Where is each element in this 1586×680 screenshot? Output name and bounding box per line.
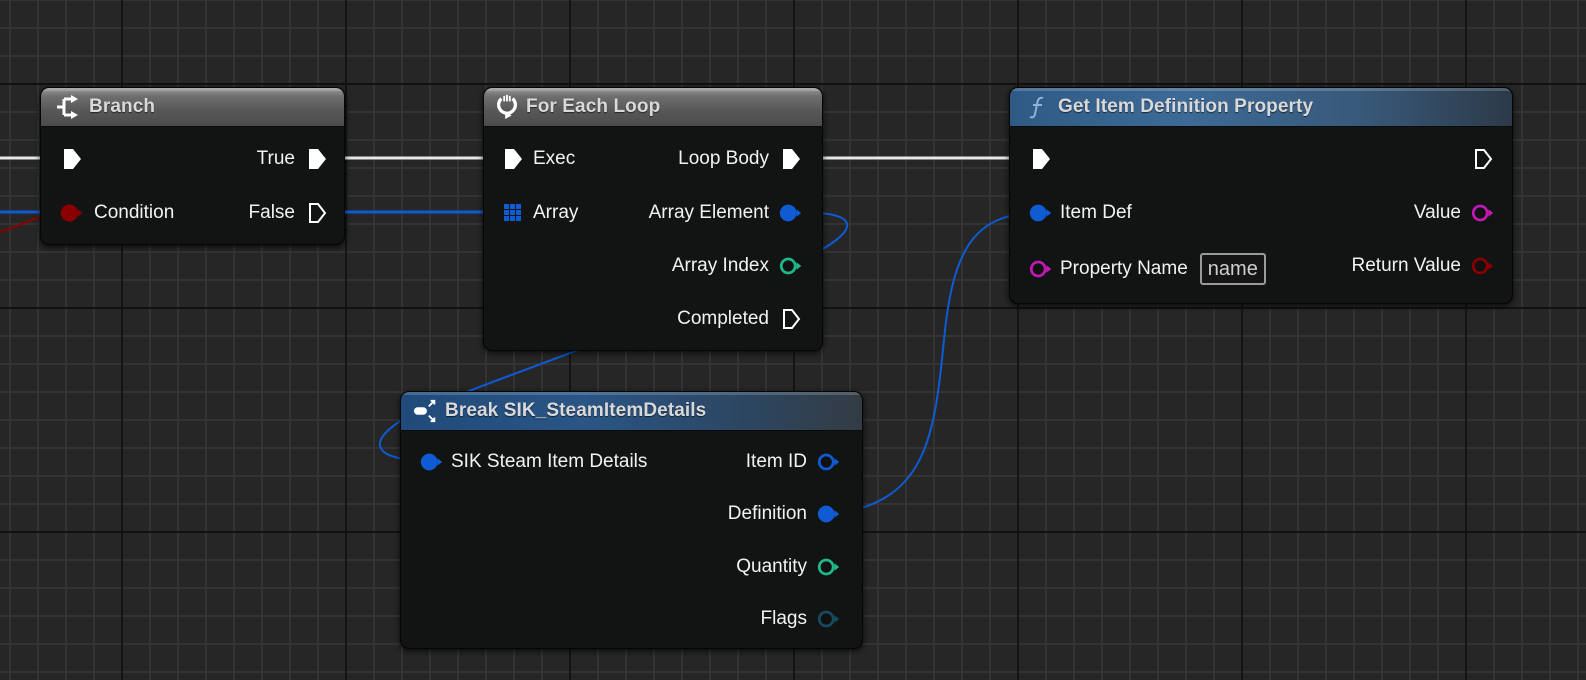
branch-false-row: False <box>249 198 330 228</box>
break-input-row: SIK Steam Item Details <box>419 447 647 477</box>
exec-pin-filled-icon[interactable] <box>304 147 330 171</box>
get-item-definition-property-header[interactable]: Get Item Definition Property <box>1010 88 1512 127</box>
value-label: Value <box>1413 202 1461 223</box>
quantity-label: Quantity <box>736 556 807 577</box>
exec-label: Exec <box>533 148 576 169</box>
get-item-definition-property-title: Get Item Definition Property <box>1058 96 1314 117</box>
object-pin-filled-icon[interactable] <box>1028 201 1054 225</box>
getitem-return-value-row: Return Value <box>1352 251 1497 281</box>
name-pin-empty-icon[interactable] <box>1028 257 1054 281</box>
array-label: Array <box>533 202 579 223</box>
branch-node-title: Branch <box>89 96 156 117</box>
integer-pin-empty-icon[interactable] <box>816 555 842 579</box>
name-pin-empty-icon[interactable] <box>1470 201 1496 225</box>
for-each-loop-header[interactable]: For Each Loop <box>484 88 822 127</box>
exec-pin-filled-icon[interactable] <box>59 147 85 171</box>
false-label: False <box>248 202 295 223</box>
foreach-loop-body-row: Loop Body <box>678 144 804 174</box>
break-item-id-row: Item ID <box>746 447 842 477</box>
object-pin-empty-icon[interactable] <box>816 450 842 474</box>
return-value-label: Return Value <box>1351 255 1462 276</box>
array-element-label: Array Element <box>648 202 769 223</box>
exec-pin-empty-icon[interactable] <box>304 201 330 225</box>
getitem-item-def-row: Item Def <box>1028 198 1132 228</box>
getitem-property-name-row: Property Name name <box>1028 253 1266 285</box>
break-flags-row: Flags <box>761 604 842 634</box>
completed-label: Completed <box>677 308 769 329</box>
getitem-exec-out-row <box>1470 144 1496 174</box>
branch-exec-in-row <box>59 144 85 174</box>
foreach-completed-row: Completed <box>677 304 804 334</box>
array-index-label: Array Index <box>671 255 769 276</box>
for-each-loop-title: For Each Loop <box>526 96 661 117</box>
foreach-array-element-row: Array Element <box>649 198 804 228</box>
function-icon <box>1026 94 1052 120</box>
loop-icon <box>494 94 520 120</box>
for-each-loop-node[interactable]: For Each Loop Exec Array Loop Body Array… <box>483 87 823 351</box>
condition-label: Condition <box>94 202 175 223</box>
definition-label: Definition <box>727 503 807 524</box>
branch-true-row: True <box>257 144 330 174</box>
break-steam-item-details-node[interactable]: Break SIK_SteamItemDetails SIK Steam Ite… <box>400 391 863 649</box>
branch-node[interactable]: Branch Condition True False <box>40 87 345 245</box>
break-definition-row: Definition <box>728 499 842 529</box>
property-name-label: Property Name <box>1060 258 1188 279</box>
break-steam-item-details-header[interactable]: Break SIK_SteamItemDetails <box>401 392 862 431</box>
foreach-array-row: Array <box>500 198 578 228</box>
loop-body-label: Loop Body <box>678 148 769 169</box>
getitem-exec-in-row <box>1028 144 1054 174</box>
item-def-label: Item Def <box>1060 202 1132 223</box>
integer-pin-empty-icon[interactable] <box>778 254 804 278</box>
bool-pin-empty-icon[interactable] <box>1470 254 1496 278</box>
get-item-definition-property-node[interactable]: Get Item Definition Property Item Def Pr… <box>1009 87 1513 304</box>
array-grid-pin-icon[interactable] <box>500 201 526 225</box>
break-steam-item-details-title: Break SIK_SteamItemDetails <box>445 400 707 421</box>
flags-label: Flags <box>760 608 807 629</box>
object-pin-filled-icon[interactable] <box>778 201 804 225</box>
exec-pin-empty-icon[interactable] <box>778 307 804 331</box>
struct-pin-filled-icon[interactable] <box>419 450 445 474</box>
flags-pin-empty-icon[interactable] <box>816 607 842 631</box>
exec-pin-filled-icon[interactable] <box>778 147 804 171</box>
break-quantity-row: Quantity <box>736 552 842 582</box>
bool-pin-icon[interactable] <box>59 201 85 225</box>
true-label: True <box>256 148 295 169</box>
sik-steam-item-details-label: SIK Steam Item Details <box>451 451 648 472</box>
getitem-value-row: Value <box>1414 198 1496 228</box>
branch-condition-row: Condition <box>59 198 174 228</box>
property-name-input[interactable]: name <box>1199 253 1266 285</box>
foreach-exec-row: Exec <box>500 144 575 174</box>
exec-pin-filled-icon[interactable] <box>1028 147 1054 171</box>
foreach-array-index-row: Array Index <box>672 251 804 281</box>
object-pin-filled-icon[interactable] <box>816 502 842 526</box>
exec-pin-filled-icon[interactable] <box>500 147 526 171</box>
exec-pin-empty-icon[interactable] <box>1470 147 1496 171</box>
item-id-label: Item ID <box>745 451 807 472</box>
branch-icon <box>55 94 81 120</box>
break-struct-icon <box>413 398 439 424</box>
branch-node-header[interactable]: Branch <box>41 88 344 127</box>
